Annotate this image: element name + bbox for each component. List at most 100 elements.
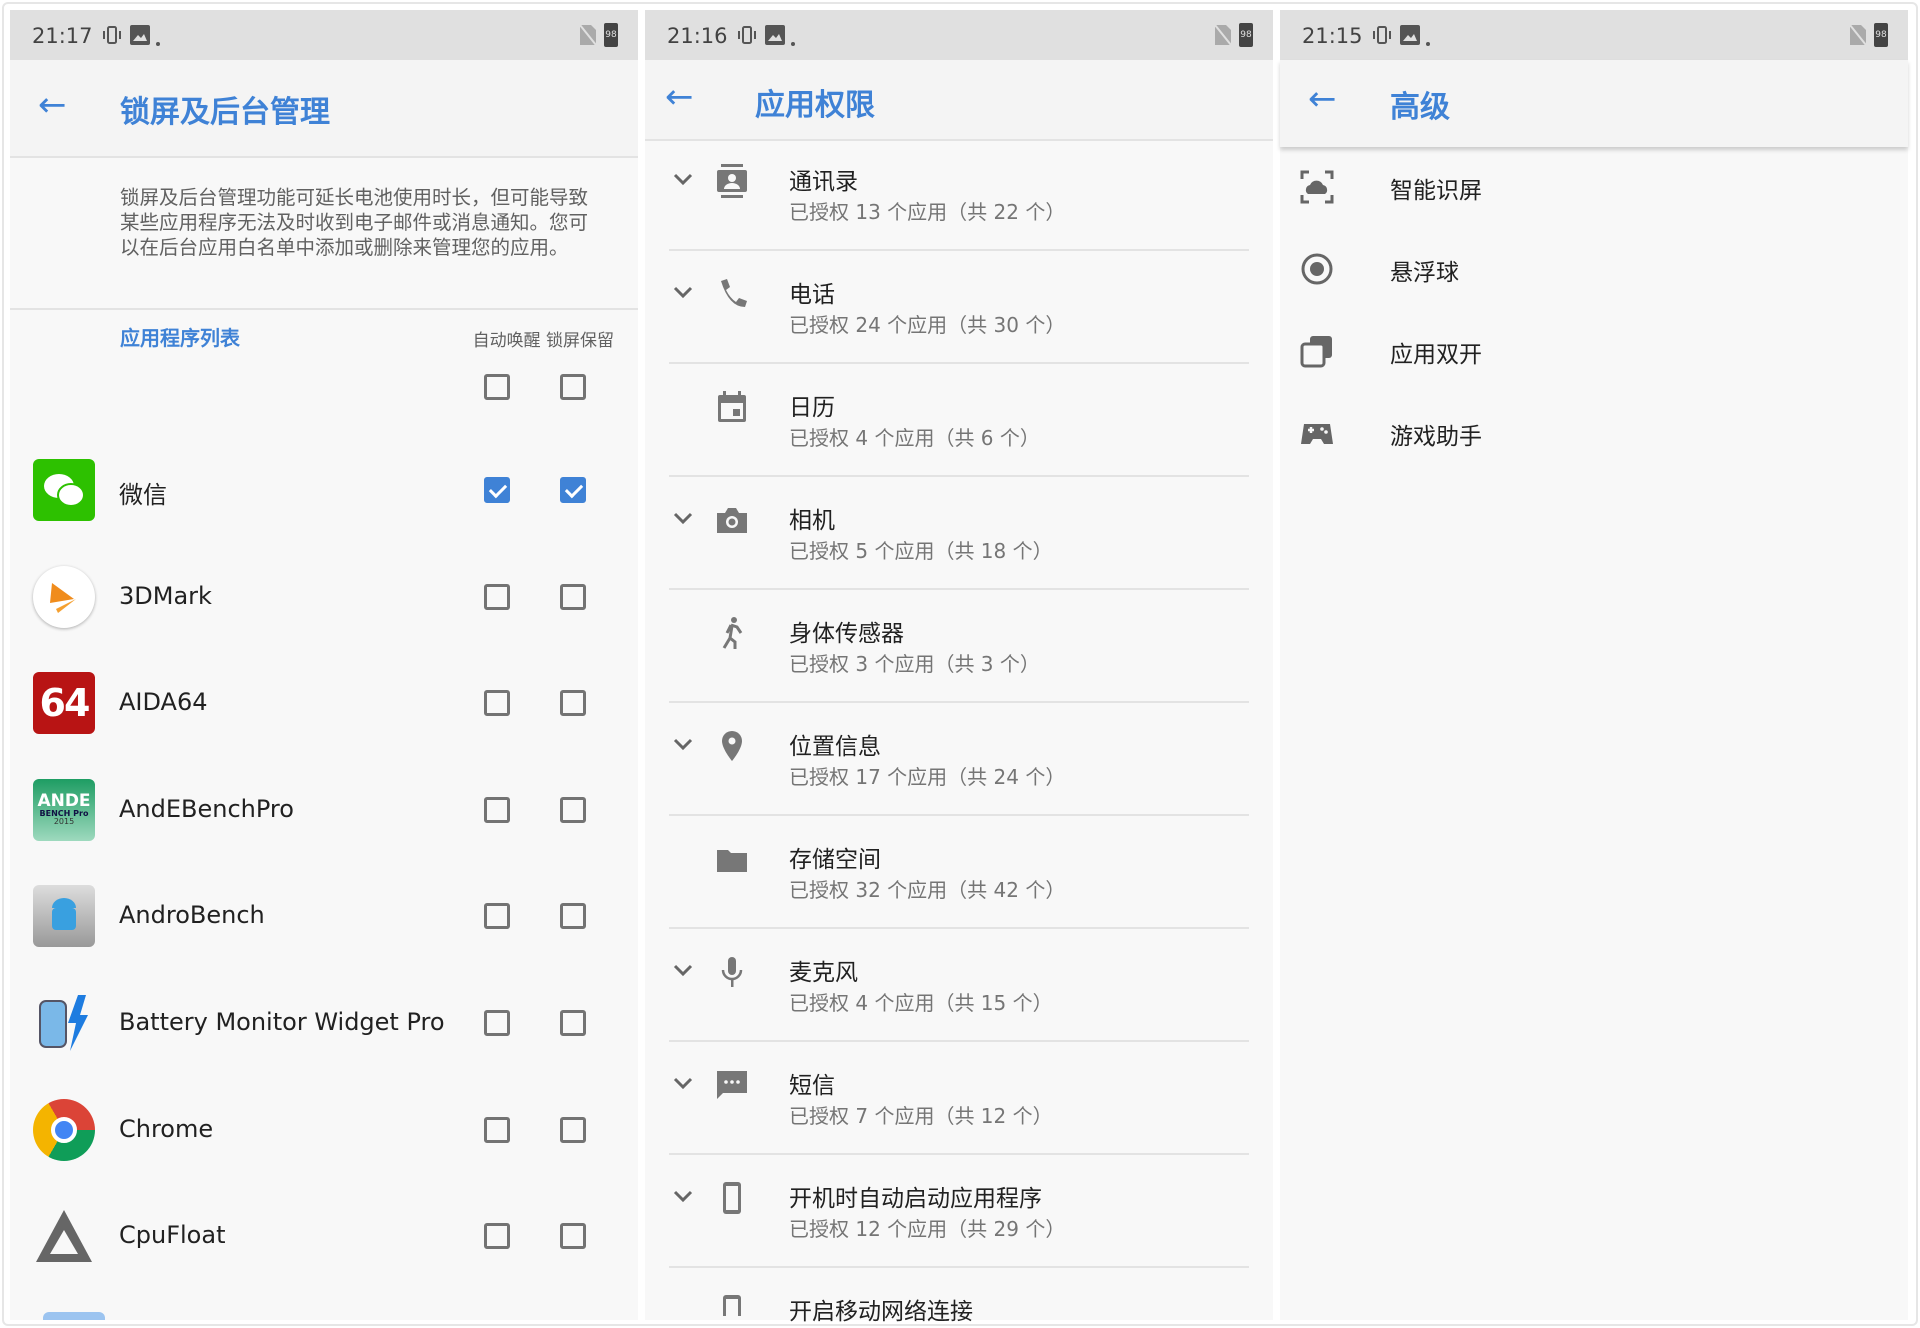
wechat-icon bbox=[33, 459, 95, 521]
chevron-down-icon[interactable] bbox=[673, 281, 693, 306]
advanced-item-label: 智能识屏 bbox=[1390, 178, 1482, 204]
battery-icon: 98 bbox=[1239, 23, 1253, 47]
permission-summary: 已授权 4 个应用（共 15 个） bbox=[789, 991, 1053, 1015]
auto-wake-checkbox[interactable] bbox=[484, 1116, 510, 1143]
app-row[interactable]: AndroBench bbox=[10, 863, 638, 969]
permission-row[interactable]: 电话 已授权 24 个应用（共 30 个） bbox=[645, 251, 1273, 364]
dual-app-icon bbox=[1300, 334, 1334, 368]
status-time: 21:15 bbox=[1302, 24, 1363, 48]
app-row[interactable]: CpuFloat bbox=[10, 1183, 638, 1289]
battery-icon: 98 bbox=[1874, 23, 1888, 47]
advanced-item[interactable]: 游戏助手 bbox=[1280, 392, 1908, 474]
status-bar: 21:16 98 bbox=[645, 10, 1273, 60]
vibrate-icon bbox=[102, 25, 122, 45]
permission-title: 开机时自动启动应用程序 bbox=[789, 1186, 1042, 1212]
advanced-item[interactable]: 智能识屏 bbox=[1280, 146, 1908, 228]
androbench-icon bbox=[33, 885, 95, 948]
image-notification-icon bbox=[1400, 25, 1420, 45]
select-all-auto-wake-checkbox[interactable] bbox=[484, 374, 510, 400]
divider bbox=[10, 308, 638, 310]
lock-keep-checkbox[interactable] bbox=[560, 796, 586, 823]
lock-keep-checkbox[interactable] bbox=[560, 690, 586, 717]
permission-row[interactable]: 相机已授权 5 个应用（共 18 个） bbox=[645, 477, 1273, 590]
app-name: AndEBenchPro bbox=[119, 794, 294, 823]
lock-keep-checkbox[interactable] bbox=[560, 583, 586, 610]
app-row[interactable]: Battery Monitor Widget Pro bbox=[10, 970, 638, 1076]
permission-row[interactable]: 位置信息 已授权 17 个应用（共 24 个） bbox=[645, 703, 1273, 816]
back-arrow-icon[interactable]: ← bbox=[1308, 82, 1337, 116]
permission-row[interactable]: 开机时自动启动应用程序 已授权 12 个应用（共 29 个） bbox=[645, 1155, 1273, 1268]
lock-keep-checkbox[interactable] bbox=[560, 1116, 586, 1143]
description-text: 锁屏及后台管理功能可延长电池使用时长，但可能导致某些应用程序无法及时收到电子邮件… bbox=[120, 186, 589, 259]
app-name: Chrome bbox=[119, 1114, 214, 1143]
permission-title: 身体传感器 bbox=[789, 621, 904, 647]
chevron-down-icon[interactable] bbox=[673, 168, 693, 193]
auto-wake-checkbox[interactable] bbox=[484, 796, 510, 823]
page-title: 高级 bbox=[1390, 90, 1450, 125]
auto-wake-checkbox[interactable] bbox=[484, 690, 510, 717]
chevron-down-icon[interactable] bbox=[673, 959, 693, 984]
permission-row[interactable]: 身体传感器已授权 3 个应用（共 3 个） bbox=[645, 590, 1273, 703]
permission-row[interactable]: 通讯录 已授权 13 个应用（共 22 个） bbox=[645, 138, 1273, 251]
permission-summary: 已授权 3 个应用（共 3 个） bbox=[789, 652, 1040, 676]
permission-summary: 已授权 12 个应用（共 29 个） bbox=[789, 1217, 1066, 1241]
chevron-down-icon[interactable] bbox=[673, 1185, 693, 1210]
permission-row[interactable]: 存储空间 已授权 32 个应用（共 42 个） bbox=[645, 816, 1273, 929]
app-bar: ← 高级 bbox=[1280, 60, 1908, 147]
body-sensor-icon bbox=[717, 616, 747, 650]
contacts-icon bbox=[717, 164, 747, 198]
auto-wake-checkbox[interactable] bbox=[484, 583, 510, 610]
sms-icon bbox=[717, 1068, 747, 1102]
app-name: CpuFloat bbox=[119, 1221, 226, 1250]
lock-keep-checkbox[interactable] bbox=[560, 1223, 586, 1250]
3dmark-icon bbox=[33, 565, 95, 628]
cpufloat-icon bbox=[33, 1205, 95, 1267]
app-bar: ← 锁屏及后台管理 bbox=[10, 60, 638, 158]
status-time: 21:16 bbox=[667, 24, 728, 48]
chrome-icon bbox=[33, 1098, 95, 1161]
no-sim-icon bbox=[579, 24, 597, 46]
permission-summary: 已授权 4 个应用（共 6 个） bbox=[789, 426, 1040, 450]
auto-wake-checkbox[interactable] bbox=[484, 1010, 510, 1036]
device-icon bbox=[717, 1181, 747, 1215]
permission-summary: 已授权 7 个应用（共 12 个） bbox=[789, 1104, 1053, 1128]
auto-wake-checkbox[interactable] bbox=[484, 903, 510, 930]
calendar-icon bbox=[717, 390, 747, 424]
permission-title: 相机 bbox=[789, 508, 835, 534]
smart-screen-icon bbox=[1300, 170, 1334, 204]
chevron-down-icon[interactable] bbox=[673, 507, 693, 532]
back-arrow-icon[interactable]: ← bbox=[38, 88, 67, 122]
back-arrow-icon[interactable]: ← bbox=[665, 80, 694, 114]
app-row[interactable]: Chrome bbox=[10, 1077, 638, 1183]
app-name: AIDA64 bbox=[119, 688, 208, 717]
lock-keep-checkbox[interactable] bbox=[560, 477, 586, 503]
chevron-down-icon[interactable] bbox=[673, 1072, 693, 1097]
select-all-lock-keep-checkbox[interactable] bbox=[560, 374, 586, 400]
auto-wake-checkbox[interactable] bbox=[484, 1223, 510, 1250]
app-row[interactable]: 64 AIDA64 bbox=[10, 650, 638, 756]
camera-icon bbox=[717, 503, 747, 537]
lock-keep-checkbox[interactable] bbox=[560, 903, 586, 930]
permission-row[interactable]: 短信 已授权 7 个应用（共 12 个） bbox=[645, 1042, 1273, 1155]
permission-title: 电话 bbox=[789, 282, 835, 308]
floating-ball-icon bbox=[1300, 252, 1334, 286]
permission-title: 通讯录 bbox=[789, 169, 858, 195]
permission-row[interactable]: 开启移动网络连接 bbox=[645, 1268, 1273, 1325]
status-time: 21:17 bbox=[32, 24, 93, 48]
permission-title: 位置信息 bbox=[789, 734, 881, 760]
chevron-down-icon[interactable] bbox=[673, 733, 693, 758]
advanced-item[interactable]: 悬浮球 bbox=[1280, 228, 1908, 310]
lock-keep-checkbox[interactable] bbox=[560, 1010, 586, 1036]
auto-wake-checkbox[interactable] bbox=[484, 477, 510, 503]
permission-row[interactable]: 日历 已授权 4 个应用（共 6 个） bbox=[645, 364, 1273, 477]
advanced-item[interactable]: 应用双开 bbox=[1280, 310, 1908, 392]
app-row[interactable]: 微信 bbox=[10, 437, 638, 543]
permission-summary: 已授权 32 个应用（共 42 个） bbox=[789, 878, 1066, 902]
app-row[interactable]: ANDE BENCH Pro 2015 AndEBenchPro bbox=[10, 757, 638, 863]
permission-summary: 已授权 5 个应用（共 18 个） bbox=[789, 539, 1053, 563]
app-row[interactable]: 3DMark bbox=[10, 544, 638, 650]
image-notification-icon bbox=[130, 25, 150, 45]
permission-row[interactable]: 麦克风 已授权 4 个应用（共 15 个） bbox=[645, 929, 1273, 1042]
column-headers: 自动唤醒 锁屏保留 bbox=[472, 331, 614, 351]
folder-icon bbox=[717, 842, 747, 876]
